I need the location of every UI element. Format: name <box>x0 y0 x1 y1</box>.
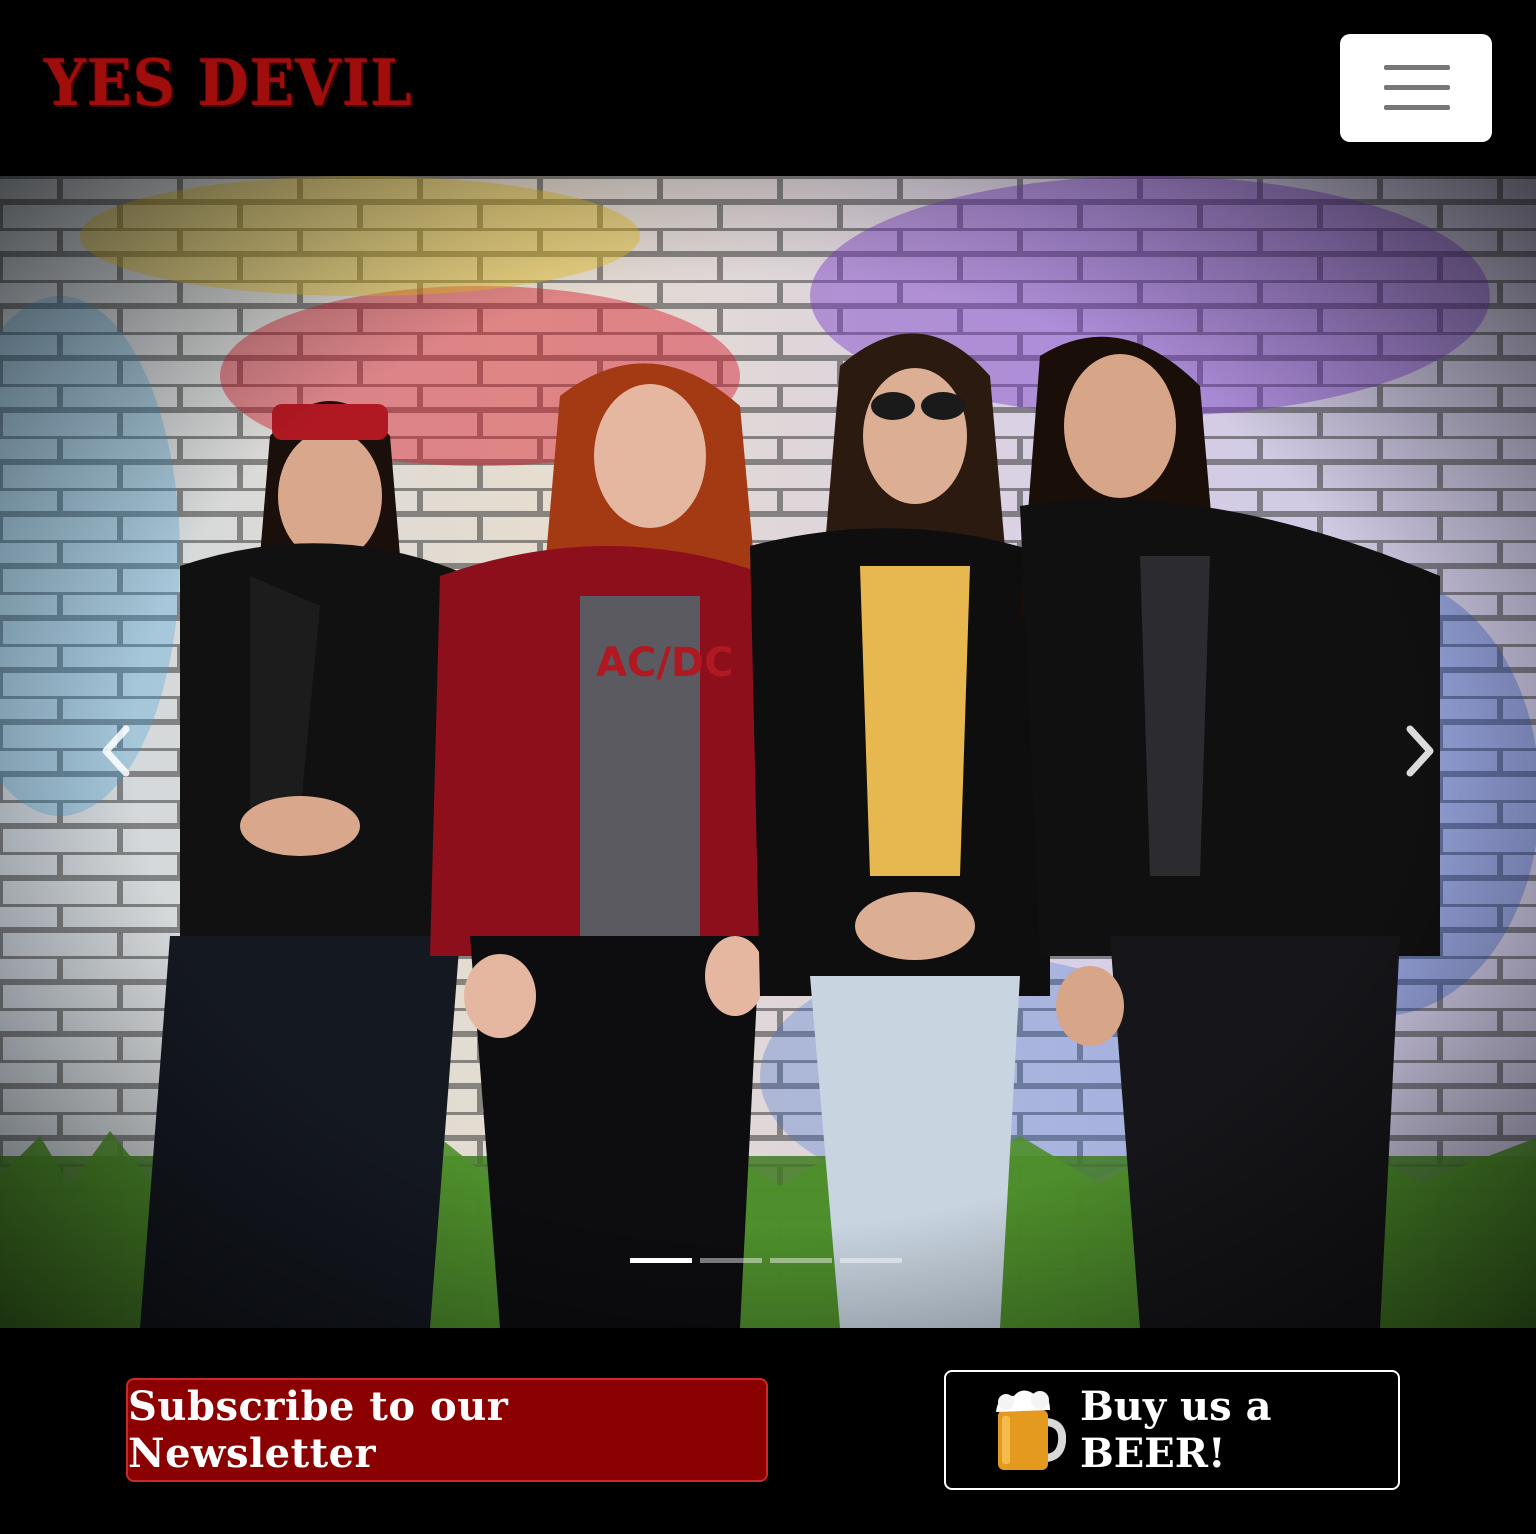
chevron-left-icon <box>102 725 130 777</box>
subscribe-newsletter-button[interactable]: Subscribe to our Newsletter <box>126 1378 768 1482</box>
carousel-indicator-1[interactable] <box>630 1258 692 1263</box>
buy-beer-label: Buy us a BEER! <box>1080 1383 1272 1477</box>
beer-mug-icon <box>996 1390 1066 1470</box>
page: YES DEVIL Subscribe to our Newsletter Bu… <box>0 0 1536 1534</box>
carousel-indicator-2[interactable] <box>700 1258 762 1263</box>
band-photo: AC/DC <box>0 176 1536 1328</box>
brand-logo[interactable]: YES DEVIL <box>44 44 413 124</box>
carousel-next-button[interactable] <box>1380 696 1460 806</box>
navbar: YES DEVIL <box>0 0 1536 176</box>
carousel-indicators <box>630 1258 910 1270</box>
menu-toggle-button[interactable] <box>1340 34 1492 142</box>
hero-carousel: AC/DC <box>0 176 1536 1328</box>
carousel-indicator-4[interactable] <box>840 1258 902 1263</box>
carousel-prev-button[interactable] <box>76 696 156 806</box>
subscribe-newsletter-label: Subscribe to our Newsletter <box>128 1383 509 1477</box>
carousel-indicator-3[interactable] <box>770 1258 832 1263</box>
chevron-right-icon <box>1406 725 1434 777</box>
buy-beer-button[interactable]: Buy us a BEER! <box>944 1370 1400 1490</box>
